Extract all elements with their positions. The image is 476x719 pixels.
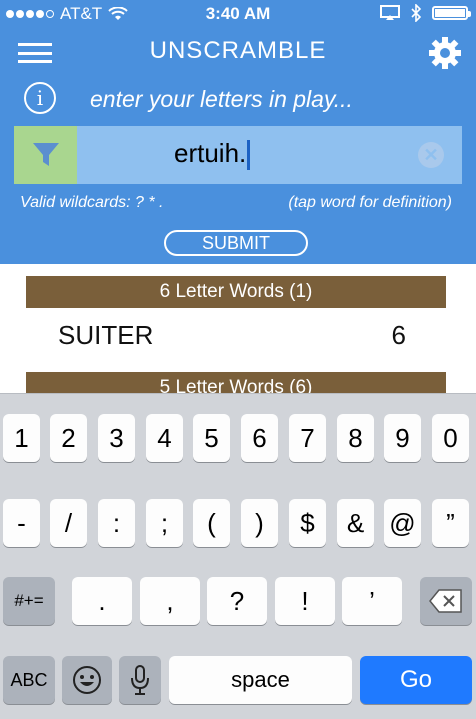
instruction-text: enter your letters in play...: [90, 86, 353, 112]
dictation-key[interactable]: [119, 656, 161, 704]
word-row[interactable]: SUITER 6: [26, 308, 446, 362]
key-close-paren[interactable]: ): [241, 499, 278, 547]
key-quote[interactable]: ”: [432, 499, 469, 547]
key-6[interactable]: 6: [241, 414, 278, 462]
emoji-icon: [73, 666, 101, 694]
key-semicolon[interactable]: ;: [146, 499, 183, 547]
battery-icon: [432, 6, 471, 20]
key-question[interactable]: ?: [207, 577, 267, 625]
key-exclamation[interactable]: !: [275, 577, 335, 625]
screen-mirroring-icon: [380, 5, 400, 20]
key-9[interactable]: 9: [384, 414, 421, 462]
letters-value: ertuih.: [174, 138, 251, 171]
word-score: 6: [391, 320, 406, 350]
bluetooth-icon: [411, 4, 422, 22]
backspace-icon: [429, 589, 462, 613]
key-apostrophe[interactable]: ’: [342, 577, 402, 625]
filter-button[interactable]: [14, 126, 77, 184]
keyboard: 1 2 3 4 5 6 7 8 9 0 - / : ; ( ) $ & @ ” …: [0, 393, 476, 719]
clear-icon[interactable]: ✕: [418, 142, 444, 168]
key-at[interactable]: @: [384, 499, 421, 547]
key-comma[interactable]: ,: [140, 577, 200, 625]
key-3[interactable]: 3: [98, 414, 135, 462]
app-header: AT&T 3:40 AM UNSCRAMBLE i enter your let…: [0, 0, 476, 264]
key-abc[interactable]: ABC: [3, 656, 55, 704]
word-text: SUITER: [58, 320, 154, 350]
gear-icon[interactable]: [428, 36, 462, 70]
results-list: 6 Letter Words (1) SUITER 6: [26, 276, 446, 362]
key-period[interactable]: .: [72, 577, 132, 625]
help-row: Valid wildcards: ? * . (tap word for def…: [0, 194, 476, 214]
key-5[interactable]: 5: [193, 414, 230, 462]
section-header: 6 Letter Words (1): [26, 276, 446, 308]
emoji-key[interactable]: [62, 656, 112, 704]
key-colon[interactable]: :: [98, 499, 135, 547]
key-1[interactable]: 1: [3, 414, 40, 462]
key-7[interactable]: 7: [289, 414, 326, 462]
key-open-paren[interactable]: (: [193, 499, 230, 547]
key-hyphen[interactable]: -: [3, 499, 40, 547]
key-symbols-toggle[interactable]: #+=: [3, 577, 55, 625]
key-ampersand[interactable]: &: [337, 499, 374, 547]
submit-button[interactable]: SUBMIT: [164, 230, 308, 256]
definition-help: (tap word for definition): [288, 194, 452, 211]
key-8[interactable]: 8: [337, 414, 374, 462]
status-right: [380, 4, 471, 22]
backspace-key[interactable]: [420, 577, 472, 625]
text-cursor: [247, 140, 251, 171]
microphone-icon: [131, 665, 149, 695]
wildcards-help: Valid wildcards: ? * .: [20, 194, 164, 211]
key-slash[interactable]: /: [50, 499, 87, 547]
key-2[interactable]: 2: [50, 414, 87, 462]
letters-input[interactable]: ertuih. ✕: [14, 126, 462, 184]
nav-bar: UNSCRAMBLE: [0, 30, 476, 76]
space-key[interactable]: space: [169, 656, 352, 704]
go-key[interactable]: Go: [360, 656, 472, 704]
page-title: UNSCRAMBLE: [149, 37, 327, 64]
info-icon[interactable]: i: [24, 82, 56, 114]
status-bar: AT&T 3:40 AM: [0, 0, 476, 28]
funnel-icon: [32, 143, 59, 166]
key-0[interactable]: 0: [432, 414, 469, 462]
key-dollar[interactable]: $: [289, 499, 326, 547]
key-4[interactable]: 4: [146, 414, 183, 462]
info-row: i enter your letters in play...: [0, 78, 476, 118]
